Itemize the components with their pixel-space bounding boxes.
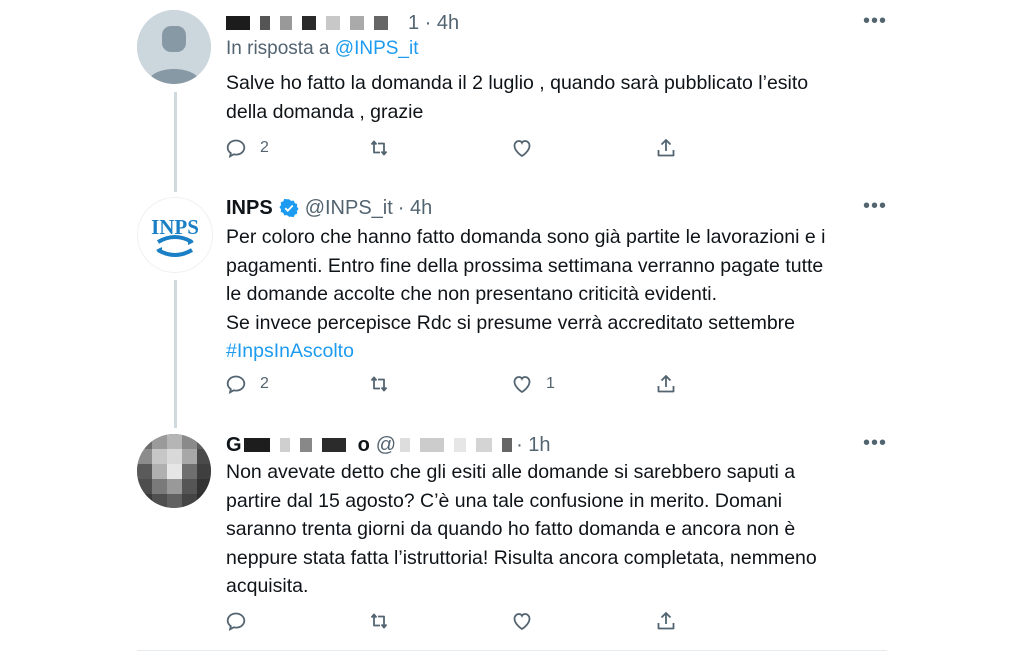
tweet-text-line: Per coloro che hanno fatto domanda sono … [226, 226, 826, 248]
avatar-default[interactable] [137, 10, 211, 84]
author-name-redacted[interactable]: G o [226, 434, 370, 457]
tweet-text: Salve ho fatto la domanda il 2 luglio , … [226, 69, 886, 126]
tweet-text-line: partire dal 15 agosto? C’è una tale conf… [226, 489, 783, 512]
reply-button[interactable]: 2 [224, 372, 269, 396]
avatar-pixelated[interactable] [137, 434, 211, 508]
tweet-header: G o @ · 1h [226, 430, 551, 460]
like-count: 1 [546, 375, 555, 392]
retweet-icon [370, 140, 388, 156]
tweet-3[interactable]: G o @ · 1h ••• Non avevate detto che gli… [137, 430, 887, 640]
tweet-header: 1 · 4h [226, 8, 459, 38]
tweet-text-line: Salve ho fatto la domanda il 2 luglio , … [226, 72, 809, 94]
tweet-2[interactable]: INPS INPS @INPS_it · 4h ••• Per coloro c… [137, 193, 887, 413]
like-button[interactable] [510, 609, 534, 633]
share-icon [657, 139, 675, 157]
replying-to-link[interactable]: @INPS_it [335, 38, 419, 59]
tweet-header: INPS @INPS_it · 4h [226, 193, 432, 223]
tweet-text-line: pagamenti. Entro fine della prossima set… [226, 254, 824, 277]
like-button[interactable] [510, 136, 534, 160]
reply-icon [226, 139, 246, 159]
share-button[interactable] [654, 609, 678, 633]
more-icon[interactable]: ••• [863, 196, 887, 216]
heart-icon [513, 613, 531, 631]
tweet-1[interactable]: 1 · 4h ••• In risposta a @INPS_it Salve … [137, 8, 887, 168]
verified-badge-icon [279, 198, 299, 218]
tweet-actions: 2 [224, 136, 684, 162]
tweet-time[interactable]: 1 · 4h [408, 12, 459, 35]
share-button[interactable] [654, 136, 678, 160]
pixelated-avatar-icon [137, 434, 211, 508]
replying-prefix: In risposta a [226, 38, 330, 59]
share-icon [657, 612, 675, 630]
tweet-text-line: neppure stata fatta l’istruttoria! Risul… [226, 546, 817, 569]
avatar-inps-logo[interactable]: INPS [137, 197, 213, 273]
tweet-text-line: saranno trenta giorni da quando ho fatto… [226, 518, 796, 540]
tweet-text: Non avevate detto che gli esiti alle dom… [226, 458, 886, 601]
reply-count: 2 [260, 375, 269, 392]
tweet-actions [224, 609, 684, 635]
share-icon [657, 375, 675, 393]
retweet-icon [370, 613, 388, 629]
retweet-button[interactable] [367, 136, 391, 160]
replying-to: In risposta a @INPS_it [226, 38, 418, 60]
tweet-time[interactable]: · 1h [516, 434, 550, 457]
more-icon[interactable]: ••• [863, 433, 887, 453]
bottom-divider [137, 650, 887, 651]
like-button[interactable]: 1 [510, 372, 555, 396]
retweet-button[interactable] [367, 372, 391, 396]
default-avatar-icon [137, 10, 211, 84]
reply-icon [226, 612, 246, 632]
inps-logo-icon: INPS [138, 198, 212, 272]
reply-button[interactable] [224, 609, 248, 633]
tweet-actions: 2 1 [224, 372, 684, 398]
tweet-text-line: Se invece percepisce Rdc si presume verr… [226, 311, 796, 334]
heart-icon [513, 140, 531, 158]
retweet-icon [370, 376, 388, 392]
author-name-redacted[interactable] [226, 16, 408, 30]
more-icon[interactable]: ••• [863, 11, 887, 31]
author-name[interactable]: INPS [226, 197, 273, 220]
tweet-text-line: le domande accolte che non presentano cr… [226, 283, 718, 305]
reply-button[interactable]: 2 [224, 136, 269, 160]
retweet-button[interactable] [367, 609, 391, 633]
tweet-text-line: della domanda , grazie [226, 100, 424, 123]
reply-icon [226, 375, 246, 395]
tweet-text: Per coloro che hanno fatto domanda sono … [226, 223, 886, 366]
author-handle[interactable]: @INPS_it [305, 197, 393, 220]
tweet-text-line: acquisita. [226, 575, 309, 597]
tweet-time[interactable]: · 4h [398, 197, 432, 220]
reply-count: 2 [260, 139, 269, 156]
tweet-text-line: Non avevate detto che gli esiti alle dom… [226, 461, 796, 483]
share-button[interactable] [654, 372, 678, 396]
author-handle-redacted[interactable]: @ [376, 434, 516, 457]
hashtag-link[interactable]: #InpsInAscolto [226, 337, 886, 366]
heart-icon [513, 376, 531, 394]
